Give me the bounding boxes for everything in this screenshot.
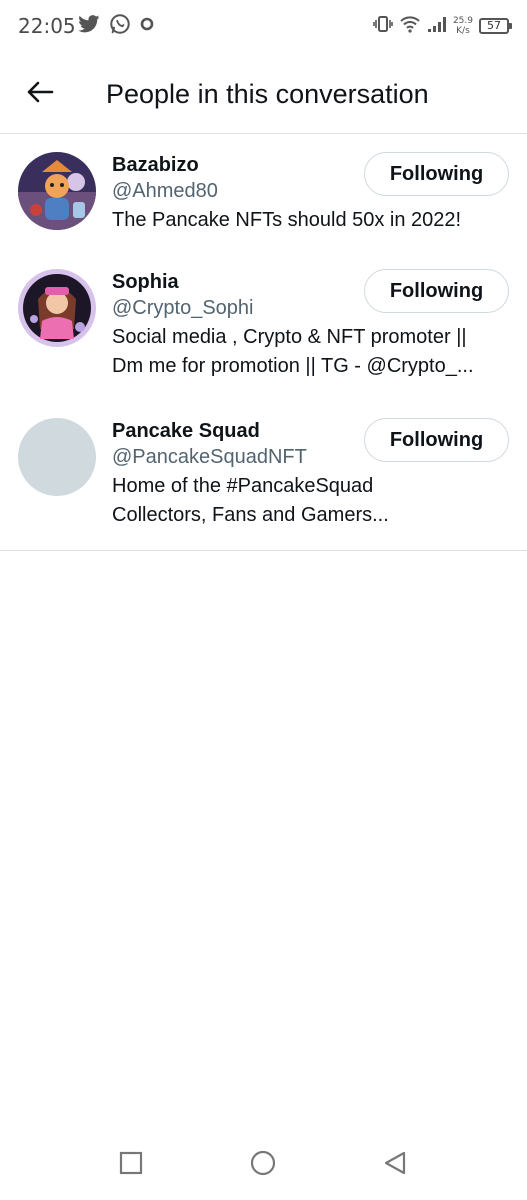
record-icon <box>140 17 154 36</box>
list-item[interactable]: Pancake Squad @PancakeSquadNFT Home of t… <box>0 401 527 536</box>
system-icons: 25.9 K/s 57 <box>373 12 512 40</box>
following-button[interactable]: Following <box>364 269 509 313</box>
people-list: Bazabizo @Ahmed80 The Pancake NFTs shoul… <box>0 135 527 551</box>
system-nav-bar <box>0 1128 527 1200</box>
status-bar: 22:05 25.9 K/s 57 <box>0 0 527 52</box>
bio-line: Social media , Crypto & NFT promoter || <box>112 326 467 348</box>
bio-line: Home of the #PancakeSquad <box>112 475 374 497</box>
home-button[interactable] <box>248 1150 278 1180</box>
following-button[interactable]: Following <box>364 152 509 196</box>
following-button[interactable]: Following <box>364 418 509 462</box>
whatsapp-icon <box>109 13 131 40</box>
battery-icon: 57 <box>479 18 512 34</box>
wifi-icon <box>399 14 421 39</box>
list-item[interactable]: Bazabizo @Ahmed80 The Pancake NFTs shoul… <box>0 135 527 252</box>
person-bio: Social media , Crypto & NFT promoter || … <box>112 323 509 381</box>
avatar[interactable] <box>18 152 96 230</box>
back-button[interactable] <box>24 78 56 110</box>
header: People in this conversation <box>0 52 527 134</box>
bio-line: Collectors, Fans and Gamers... <box>112 504 389 526</box>
avatar[interactable] <box>18 269 96 347</box>
list-item[interactable]: Sophia @Crypto_Sophi Social media , Cryp… <box>0 252 527 401</box>
twitter-icon <box>78 14 100 38</box>
person-bio: The Pancake NFTs should 50x in 2022! <box>112 206 509 235</box>
net-speed-unit: K/s <box>456 26 470 36</box>
recents-square-icon <box>118 1150 144 1181</box>
home-circle-icon <box>249 1149 277 1182</box>
back-triangle-icon <box>382 1150 408 1181</box>
net-speed: 25.9 K/s <box>453 16 473 36</box>
signal-icon <box>427 15 447 38</box>
notification-icons <box>78 13 154 40</box>
page-title: People in this conversation <box>106 79 429 109</box>
avatar-placeholder[interactable] <box>18 418 96 496</box>
arrow-left-icon <box>26 80 54 109</box>
bio-line: The Pancake NFTs should 50x in 2022! <box>112 209 462 231</box>
person-bio: Home of the #PancakeSquad Collectors, Fa… <box>112 472 509 530</box>
back-nav-button[interactable] <box>380 1150 410 1180</box>
vibrate-icon <box>373 14 393 39</box>
battery-level: 57 <box>487 19 501 32</box>
bio-line: Dm me for promotion || TG - @Crypto_... <box>112 355 474 377</box>
recents-button[interactable] <box>116 1150 146 1180</box>
net-speed-value: 25.9 <box>452 16 473 26</box>
status-time: 22:05 <box>18 14 76 38</box>
